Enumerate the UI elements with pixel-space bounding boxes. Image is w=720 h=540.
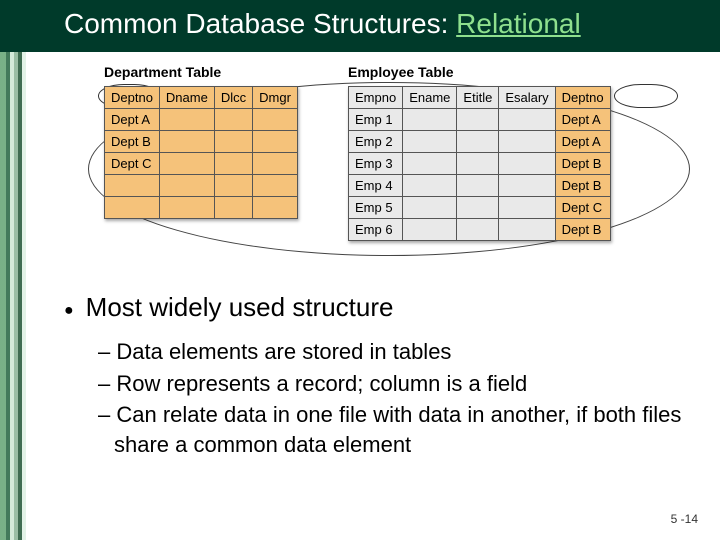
deptno-fk-oval xyxy=(614,84,678,108)
relational-diagram: Department Table Deptno Dname Dlcc Dmgr … xyxy=(58,60,676,260)
side-decoration xyxy=(0,52,26,540)
department-table: Deptno Dname Dlcc Dmgr Dept A Dept B Dep… xyxy=(104,86,298,219)
bullet-main: Most widely used structure xyxy=(64,292,684,323)
page-number: 5 -14 xyxy=(671,512,698,526)
title-bar: Common Database Structures: Relational xyxy=(0,0,720,52)
table-row: Emp 3Dept B xyxy=(349,153,611,175)
title-prefix: Common Database Structures: xyxy=(64,8,456,39)
table-row: Dept B xyxy=(105,131,298,153)
dept-h3: Dmgr xyxy=(253,87,298,109)
bullet-sub: Data elements are stored in tables xyxy=(98,337,684,367)
table-row: Emp 2Dept A xyxy=(349,131,611,153)
bullet-sub: Row represents a record; column is a fie… xyxy=(98,369,684,399)
department-table-label: Department Table xyxy=(104,64,298,80)
bullet-sub: Can relate data in one file with data in… xyxy=(98,400,684,459)
title-highlight: Relational xyxy=(456,8,581,39)
slide-title: Common Database Structures: Relational xyxy=(0,0,720,40)
emp-h4: Deptno xyxy=(555,87,610,109)
dept-h2: Dlcc xyxy=(214,87,252,109)
dept-h1: Dname xyxy=(159,87,214,109)
table-row: Emp 6Dept B xyxy=(349,219,611,241)
employee-table: Empno Ename Etitle Esalary Deptno Emp 1D… xyxy=(348,86,611,241)
body-text: Most widely used structure Data elements… xyxy=(64,292,684,462)
emp-h3: Esalary xyxy=(499,87,555,109)
table-row: Emp 1Dept A xyxy=(349,109,611,131)
dept-h0: Deptno xyxy=(105,87,160,109)
table-row: Emp 4Dept B xyxy=(349,175,611,197)
employee-table-label: Employee Table xyxy=(348,64,611,80)
table-row xyxy=(105,197,298,219)
table-row xyxy=(105,175,298,197)
table-row: Emp 5Dept C xyxy=(349,197,611,219)
emp-h0: Empno xyxy=(349,87,403,109)
table-row: Dept A xyxy=(105,109,298,131)
emp-h2: Etitle xyxy=(457,87,499,109)
department-table-wrap: Department Table Deptno Dname Dlcc Dmgr … xyxy=(104,64,298,219)
table-row: Dept C xyxy=(105,153,298,175)
employee-table-wrap: Employee Table Empno Ename Etitle Esalar… xyxy=(348,64,611,241)
emp-h1: Ename xyxy=(403,87,457,109)
